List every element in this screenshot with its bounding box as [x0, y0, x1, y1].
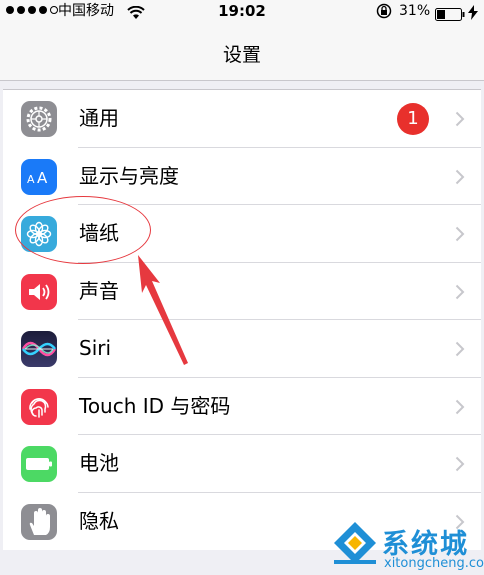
annotation-highlight-ellipse — [15, 196, 151, 264]
settings-item-siri[interactable]: Siri — [3, 320, 481, 378]
chevron-right-icon — [455, 169, 465, 189]
chevron-right-icon — [455, 226, 465, 246]
chevron-right-icon — [455, 456, 465, 476]
settings-item-label: Touch ID 与密码 — [79, 393, 231, 418]
chevron-right-icon — [455, 111, 465, 131]
fingerprint-icon — [21, 388, 57, 425]
notification-badge: 1 — [397, 103, 429, 135]
gear-icon — [21, 101, 57, 137]
settings-item-touch-id-passcode[interactable]: Touch ID 与密码 — [3, 378, 481, 436]
svg-text:A: A — [37, 169, 48, 187]
hand-icon — [21, 503, 57, 540]
status-bar: 中国移动 19:02 31% — [0, 0, 484, 22]
watermark-logo-icon — [334, 522, 376, 564]
chevron-right-icon — [455, 284, 465, 304]
navigation-bar: 设置 — [0, 22, 484, 81]
settings-item-battery[interactable]: 电池 — [3, 435, 481, 493]
settings-item-label: Siri — [79, 336, 112, 360]
settings-item-label: 声音 — [79, 278, 119, 303]
settings-item-label: 通用 — [79, 106, 119, 130]
display-brightness-icon: A A — [21, 158, 57, 195]
settings-item-general[interactable]: 通用 1 — [3, 90, 481, 148]
siri-icon — [21, 331, 57, 367]
annotation-arrow-icon — [138, 255, 188, 365]
settings-item-label: 电池 — [79, 451, 119, 475]
settings-screen: 中国移动 19:02 31% 设置 通用 1 A A 显示与亮度 墙纸 声音 S… — [0, 0, 484, 575]
battery-percentage: 31% — [399, 3, 431, 19]
settings-list: 通用 1 A A 显示与亮度 墙纸 声音 Siri Touch ID 与密码 电… — [3, 89, 481, 550]
speaker-icon — [21, 273, 57, 310]
watermark: 系统城 xitongcheng.com — [330, 518, 484, 575]
settings-item-label: 隐私 — [79, 508, 119, 533]
svg-text:A: A — [27, 173, 35, 186]
battery-icon — [21, 446, 57, 482]
chevron-right-icon — [455, 399, 465, 419]
settings-item-sounds[interactable]: 声音 — [3, 263, 481, 321]
watermark-url: xitongcheng.com — [384, 556, 484, 571]
page-title: 设置 — [222, 44, 261, 66]
chevron-right-icon — [455, 341, 465, 361]
